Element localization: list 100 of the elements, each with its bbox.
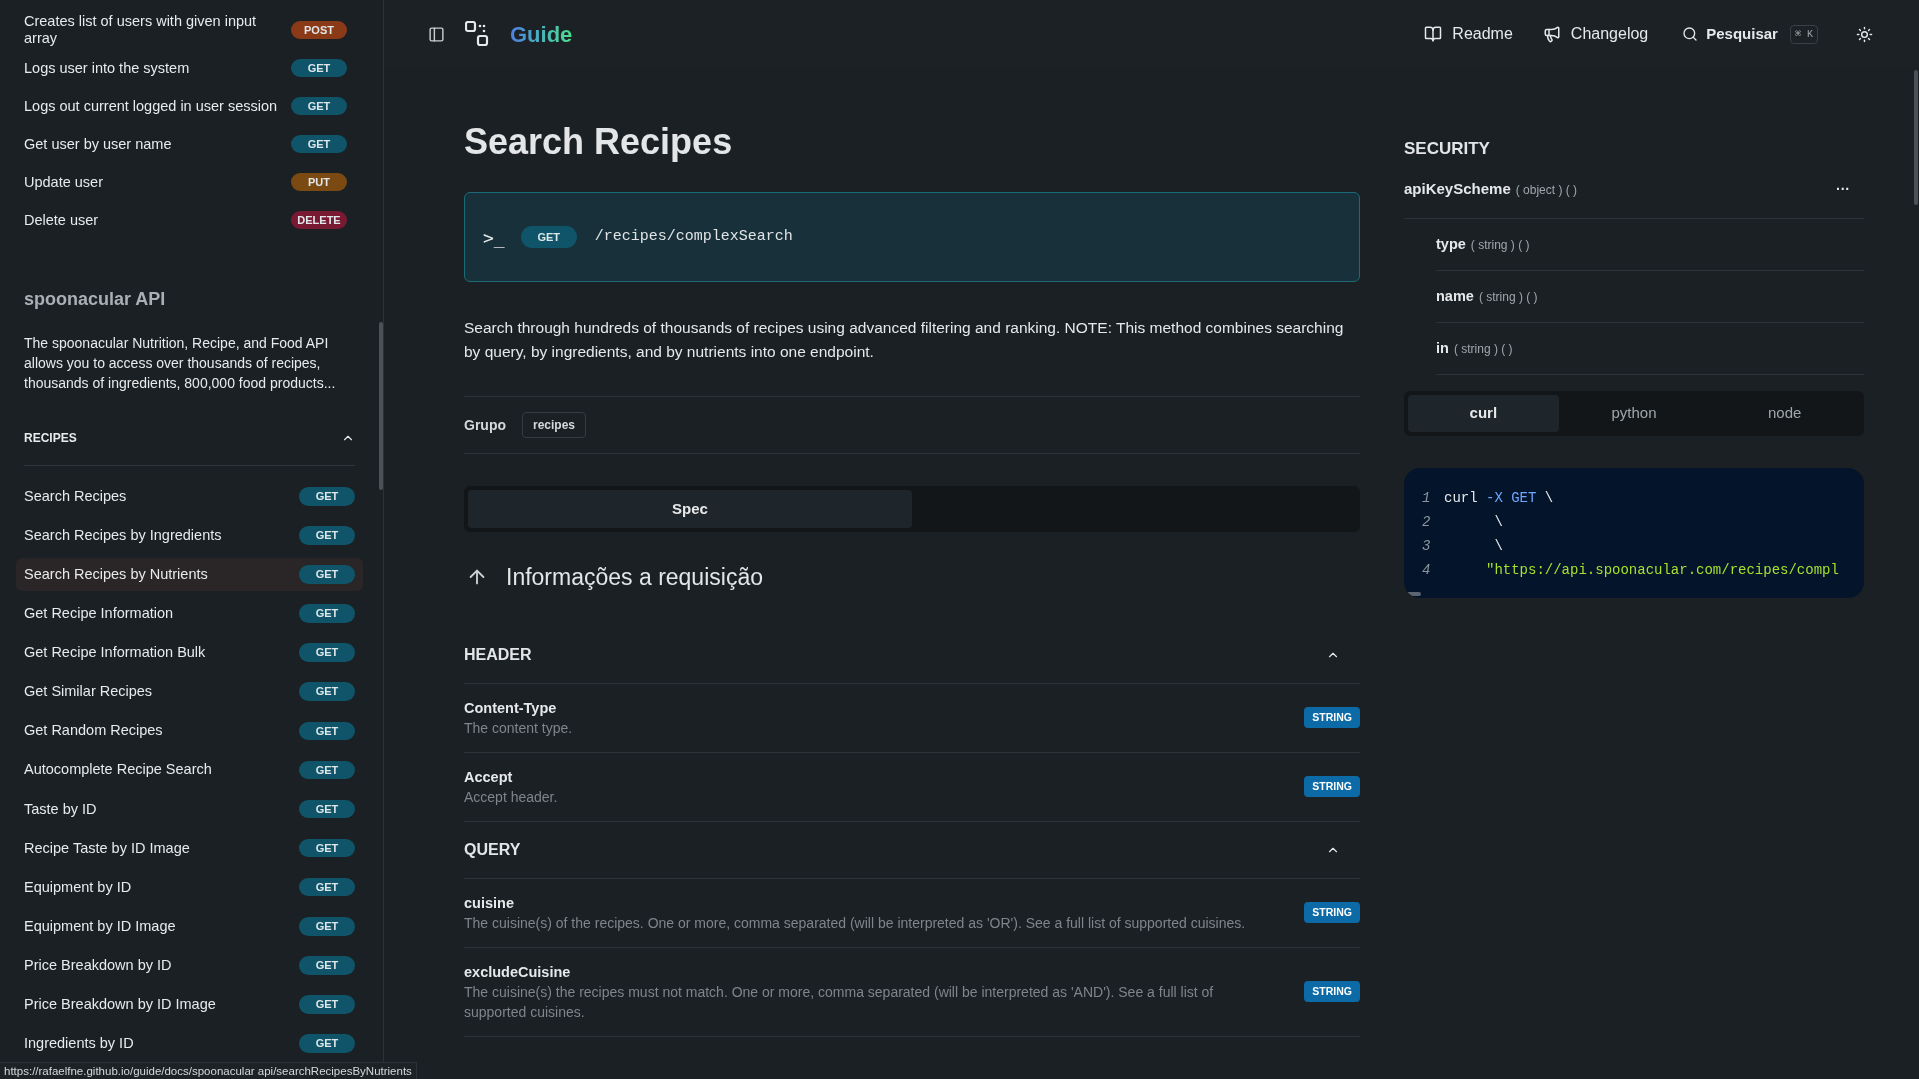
method-badge: GET [299, 565, 355, 584]
sidebar-item[interactable]: Get Recipe Information GET [16, 597, 363, 630]
params-section-header[interactable]: HEADER [464, 626, 1360, 684]
sidebar-item[interactable]: Equipment by ID GET [16, 870, 363, 904]
method-badge: GET [291, 134, 347, 154]
section-header[interactable]: RECIPES [24, 429, 355, 466]
sidebar-item[interactable]: Taste by ID GET [16, 792, 363, 826]
sidebar-item[interactable]: Delete user DELETE [16, 203, 355, 237]
method-badge: GET [291, 58, 347, 78]
spec-tab[interactable]: Spec [468, 490, 912, 528]
method-badge: PUT [291, 172, 347, 192]
scheme-type: ( object ) ( ) [1515, 181, 1578, 199]
method-badge: GET [299, 760, 355, 780]
theme-toggle-icon[interactable] [1856, 25, 1873, 43]
sidebar-item[interactable]: Get user by user name GET [16, 127, 355, 161]
scrollbar-thumb[interactable] [379, 322, 383, 490]
search-icon [1682, 26, 1699, 42]
sidebar-item[interactable]: Update user PUT [16, 165, 355, 199]
method-badge: GET [291, 96, 347, 116]
line-number: 1 [1421, 488, 1432, 508]
param-name: Accept [464, 767, 514, 787]
param-description: The cuisine(s) the recipes must not match. One or more, comma separated (will be interpreted as 'AND'). See a full list of supported cuisines. [464, 982, 1215, 1022]
param-name: excludeCuisine [464, 962, 572, 982]
language-tab[interactable]: node [1709, 395, 1860, 432]
sidebar-item[interactable]: Get Random Recipes GET [16, 714, 363, 748]
sidebar-item[interactable]: Price Breakdown by ID GET [16, 949, 363, 982]
language-tab[interactable]: curl [1408, 395, 1559, 432]
sidebar-item[interactable]: Search Recipes by Nutrients GET [16, 558, 363, 591]
method-badge: GET [299, 487, 355, 506]
code-line: \ [1493, 536, 1503, 556]
method-badge: GET [299, 956, 355, 975]
api-description: The spoonacular Nutrition, Recipe, and Food API allows you to access over thousands of recipes, thousands of ingredients, 800,000 food products... [24, 334, 337, 393]
param-name: Content-Type [464, 698, 558, 718]
book-icon [1424, 25, 1443, 43]
method-badge: GET [299, 799, 355, 819]
method-badge: GET [299, 526, 355, 545]
megaphone-icon [1542, 25, 1561, 43]
sidebar-item[interactable]: Price Breakdown by ID Image GET [16, 988, 363, 1021]
method-badge: GET [299, 917, 355, 936]
method-badge: DELETE [291, 210, 347, 230]
line-number: 3 [1421, 536, 1432, 556]
method-badge: GET [299, 995, 355, 1014]
method-badge: GET [299, 682, 355, 701]
method-badge: POST [291, 20, 347, 40]
sidebar-item[interactable]: Get Similar Recipes GET [16, 675, 363, 708]
method-badge: GET [299, 1034, 355, 1053]
method-badge: GET [299, 838, 355, 858]
type-badge: STRING [1304, 980, 1360, 1003]
field-name: name [1436, 286, 1474, 306]
sidebar-toggle-icon[interactable] [428, 25, 445, 43]
page-scrollbar[interactable] [1914, 70, 1918, 205]
search-button[interactable]: Pesquisar ⌘ K [1682, 22, 1818, 46]
type-badge: STRING [1304, 706, 1360, 729]
api-title: spoonacular API [24, 288, 167, 311]
field-type: ( string ) ( ) [1478, 288, 1538, 306]
field-name: in [1436, 338, 1449, 358]
shortcut-key: ⌘ K [1789, 24, 1818, 44]
type-badge: STRING [1304, 901, 1360, 924]
param-description: The cuisine(s) of the recipes. One or more, comma separated (will be interpreted as 'OR'). See a full list of supported cuisines. [464, 913, 1246, 933]
endpoint-path: /recipes/complexSearch [594, 226, 793, 247]
nav-link[interactable]: Readme [1424, 22, 1513, 46]
code-line: "https://api.spoonacular.com/recipes/compl [1485, 560, 1839, 580]
nav-link[interactable]: Changelog [1542, 22, 1649, 46]
line-number: 2 [1421, 512, 1432, 532]
sidebar-item[interactable]: Search Recipes GET [16, 480, 363, 513]
terminal-prompt: >_ [483, 225, 505, 250]
field-type: ( string ) ( ) [1453, 340, 1513, 358]
section-heading: Informações a requisição [506, 563, 763, 592]
method-badge: GET [299, 643, 355, 662]
language-tab[interactable]: python [1558, 395, 1710, 432]
code-line: \ [1493, 512, 1503, 532]
more-button[interactable]: ··· [1836, 181, 1850, 196]
sidebar-item[interactable]: Autocomplete Recipe Search GET [16, 753, 363, 787]
field-name: type [1436, 234, 1466, 254]
type-badge: STRING [1304, 775, 1360, 798]
logo-icon [465, 21, 489, 47]
endpoint-description: Search through hundreds of thousands of recipes using advanced filtering and ranking. NOTE: This method combines searching by query, by ingredients, and by nutrients into one endpoint. [464, 318, 1345, 362]
scheme-name: apiKeyScheme [1404, 178, 1511, 199]
sidebar-item[interactable]: Logs out current logged in user session GET [16, 89, 355, 123]
sidebar-item[interactable]: Search Recipes by Ingredients GET [16, 519, 363, 552]
method-badge: GET [520, 225, 577, 249]
method-badge: GET [299, 721, 355, 741]
sidebar-item[interactable]: Ingredients by ID GET [16, 1027, 363, 1060]
sidebar-item[interactable]: Logs user into the system GET [16, 51, 355, 85]
line-number: 4 [1421, 560, 1432, 580]
status-bar: https://rafaelfne.github.io/guide/docs/spoonacular api/searchRecipesByNutrients [0, 1062, 417, 1079]
sidebar-item[interactable]: Creates list of users with given input array POST [16, 6, 355, 54]
group-label: Grupo [464, 415, 506, 435]
param-description: Accept header. [464, 787, 558, 807]
sidebar-item[interactable]: Recipe Taste by ID Image GET [16, 831, 363, 865]
sidebar-item[interactable]: Equipment by ID Image GET [16, 910, 363, 943]
security-heading: SECURITY [1404, 138, 1491, 160]
params-section-header[interactable]: QUERY [464, 821, 1360, 879]
method-badge: GET [299, 877, 355, 897]
page-title: Search Recipes [464, 120, 734, 164]
param-name: cuisine [464, 893, 515, 913]
group-tag: recipes [522, 412, 587, 438]
code-line: curl -X GET \ [1444, 488, 1554, 508]
method-badge: GET [299, 604, 355, 623]
sidebar-item[interactable]: Get Recipe Information Bulk GET [16, 636, 363, 669]
